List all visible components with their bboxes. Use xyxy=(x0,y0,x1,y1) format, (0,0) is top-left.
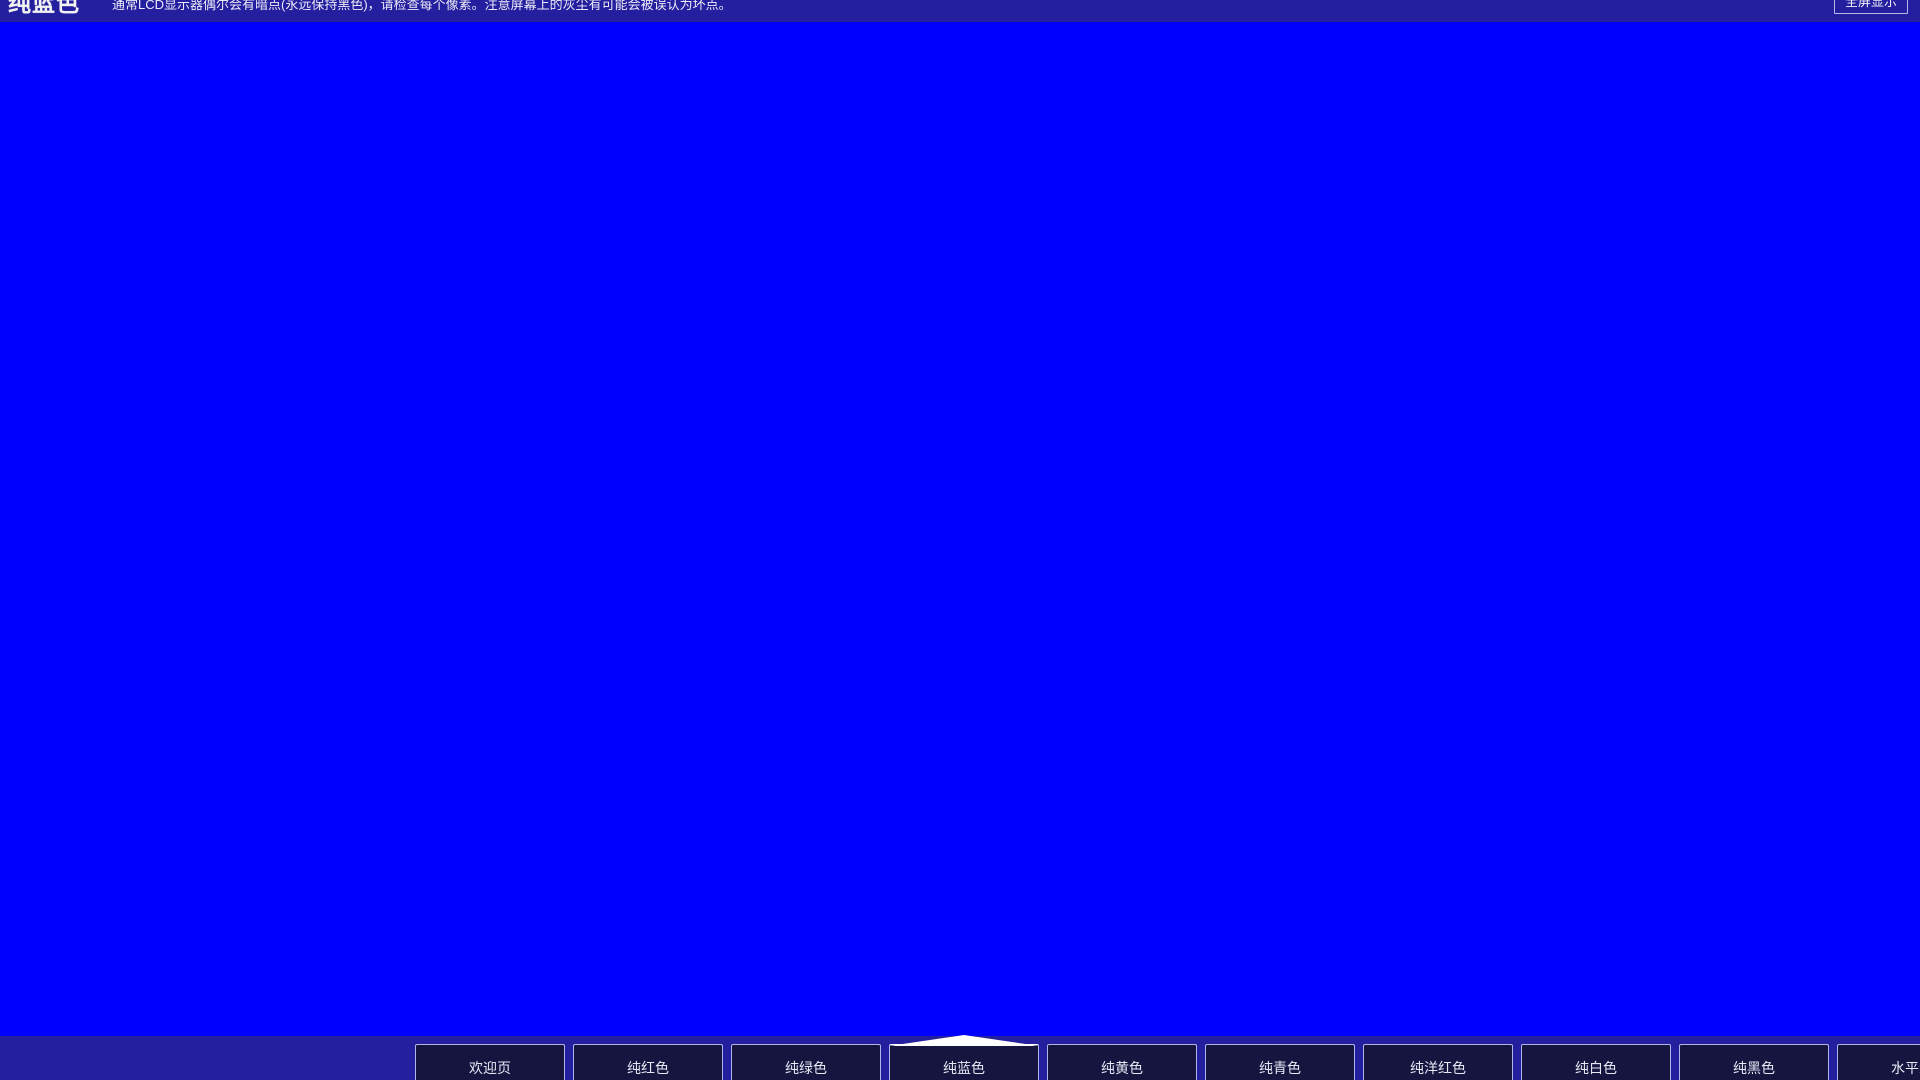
tab-9[interactable]: 水平线 xyxy=(1837,1044,1920,1080)
tab-1[interactable]: 纯红色 xyxy=(573,1044,723,1080)
tab-5[interactable]: 纯青色 xyxy=(1205,1044,1355,1080)
tab-3[interactable]: 纯蓝色 xyxy=(889,1035,1039,1080)
tab-list: 欢迎页 纯红色 纯绿色 纯蓝色 纯黄色 纯青色 纯洋红色 纯白色 纯黑色 水平线 xyxy=(415,1035,1920,1080)
tab-label: 纯绿色 xyxy=(785,1059,827,1076)
page-title: 纯蓝色 xyxy=(8,0,80,16)
tab-6[interactable]: 纯洋红色 xyxy=(1363,1044,1513,1080)
tab-7[interactable]: 纯白色 xyxy=(1521,1044,1671,1080)
tab-4[interactable]: 纯黄色 xyxy=(1047,1044,1197,1080)
tab-label: 纯红色 xyxy=(627,1059,669,1076)
tab-label: 欢迎页 xyxy=(469,1059,511,1076)
fullscreen-button[interactable]: 全屏显示 xyxy=(1833,0,1908,15)
tab-label: 纯白色 xyxy=(1575,1059,1617,1076)
app-root: 纯蓝色 通常LCD显示器偶尔会有暗点(永远保持黑色)，请检查每个像素。注意屏幕上… xyxy=(0,0,1920,1080)
bottom-toolbar: 欢迎页 纯红色 纯绿色 纯蓝色 纯黄色 纯青色 纯洋红色 纯白色 纯黑色 水平线 xyxy=(0,1035,1920,1080)
color-test-canvas[interactable] xyxy=(0,22,1920,1036)
tab-label: 纯黑色 xyxy=(1733,1059,1775,1076)
tab-label: 水平线 xyxy=(1891,1059,1920,1076)
tab-0[interactable]: 欢迎页 xyxy=(415,1044,565,1080)
tab-2[interactable]: 纯绿色 xyxy=(731,1044,881,1080)
tab-label: 纯洋红色 xyxy=(1410,1059,1466,1076)
tab-label: 纯黄色 xyxy=(1101,1059,1143,1076)
tab-8[interactable]: 纯黑色 xyxy=(1679,1044,1829,1080)
active-tab-pointer-icon xyxy=(889,1035,1039,1046)
tab-label: 纯青色 xyxy=(1259,1059,1301,1076)
tab-label: 纯蓝色 xyxy=(943,1059,985,1076)
page-header: 纯蓝色 通常LCD显示器偶尔会有暗点(永远保持黑色)，请检查每个像素。注意屏幕上… xyxy=(0,0,1920,22)
page-subtitle: 通常LCD显示器偶尔会有暗点(永远保持黑色)，请检查每个像素。注意屏幕上的灰尘有… xyxy=(112,0,732,12)
